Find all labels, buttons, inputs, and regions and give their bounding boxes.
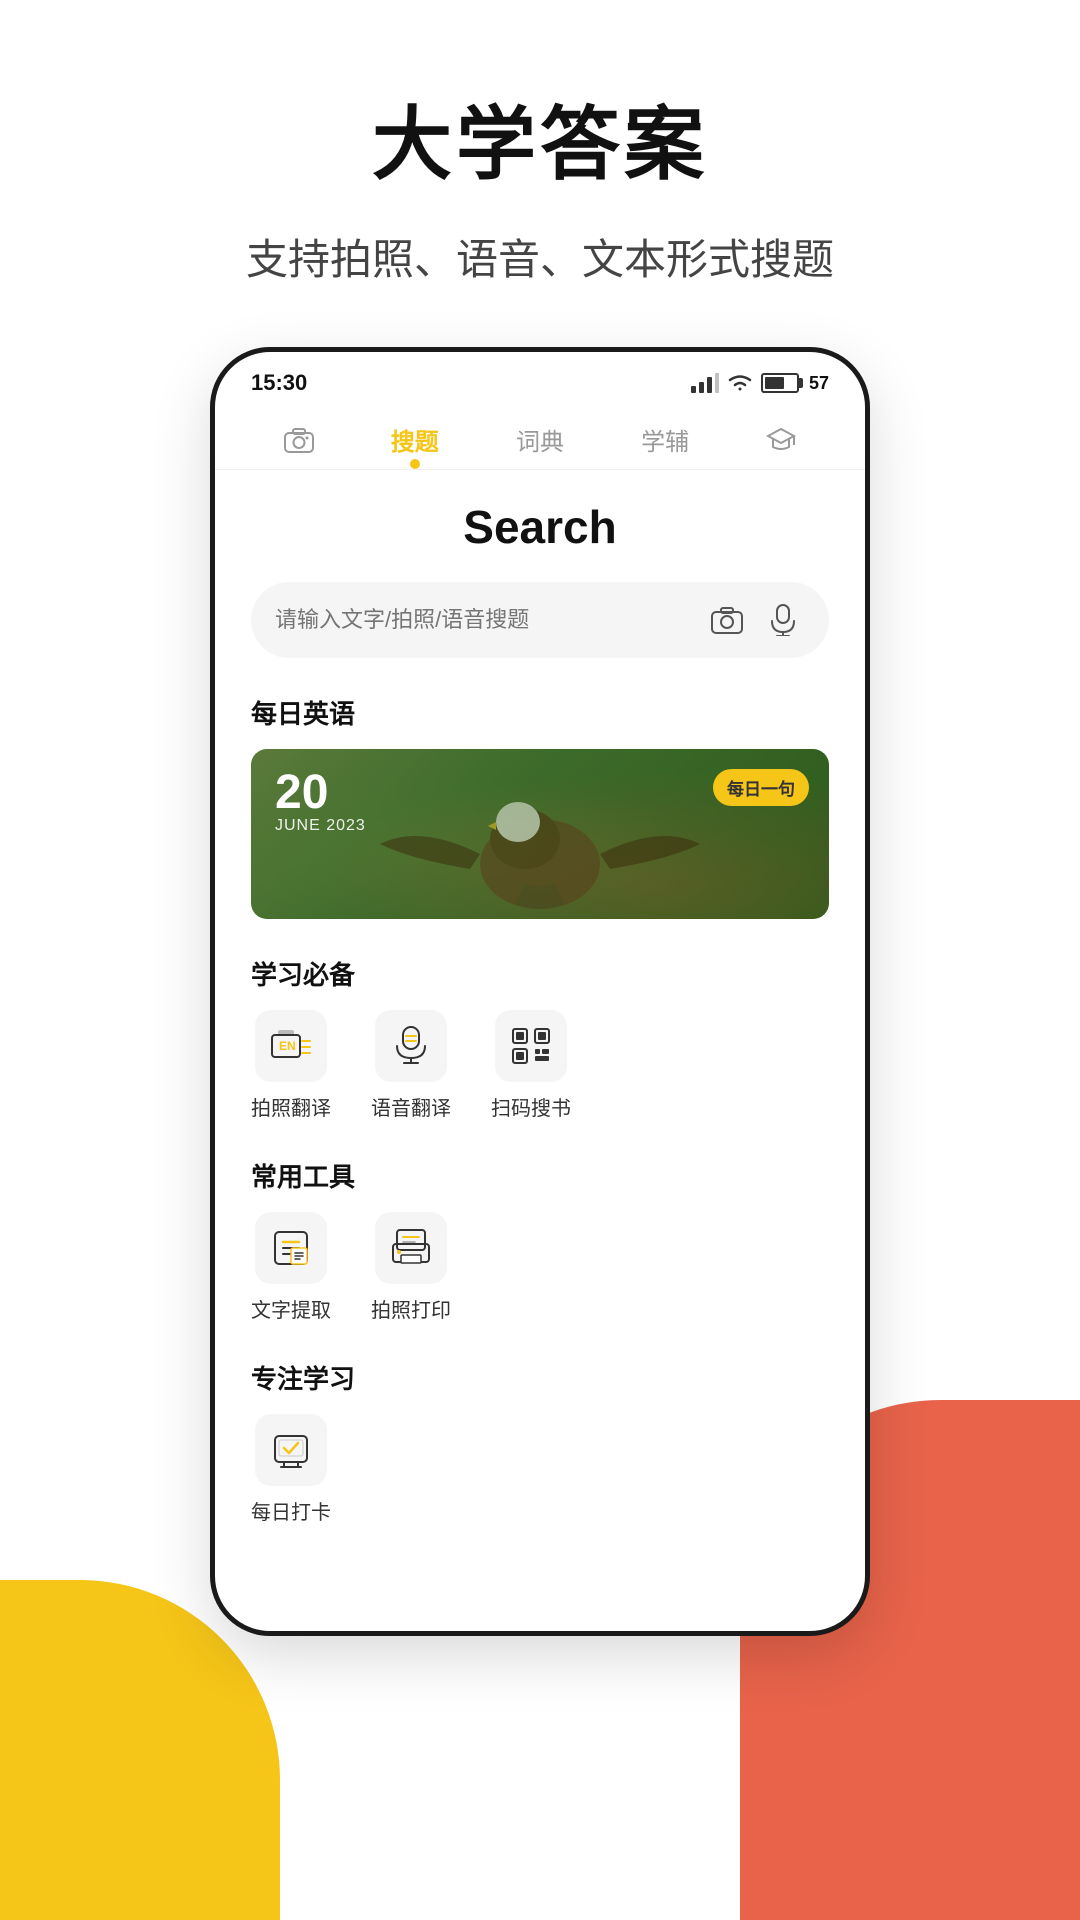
photo-print-icon-box: [375, 1212, 447, 1284]
tool-daily-checkin[interactable]: 每日打卡: [251, 1414, 331, 1525]
search-bar[interactable]: [251, 582, 829, 658]
photo-translate-icon-box: EN: [255, 1010, 327, 1082]
tab-tutor[interactable]: 学辅: [625, 414, 705, 469]
app-subtitle: 支持拍照、语音、文本形式搜题: [246, 226, 834, 287]
camera-search-button[interactable]: [705, 598, 749, 642]
graduation-nav-icon: [766, 427, 796, 453]
study-tools-grid: EN 拍照翻译: [251, 1010, 829, 1121]
voice-search-button[interactable]: [761, 598, 805, 642]
app-title: 大学答案: [372, 80, 708, 196]
tab-dict[interactable]: 词典: [500, 414, 580, 469]
banner-date: 20 JUNE 2023: [275, 769, 366, 835]
phone-mockup: 15:30 57: [210, 347, 870, 1636]
tab-search-label: 搜题: [391, 422, 439, 457]
study-tools-title: 学习必备: [251, 955, 829, 992]
focus-study-grid: 每日打卡: [251, 1414, 829, 1525]
scan-book-label: 扫码搜书: [491, 1092, 571, 1121]
tab-camera[interactable]: [268, 419, 330, 465]
tab-tutor-label: 学辅: [641, 422, 689, 457]
svg-text:EN: EN: [279, 1039, 296, 1053]
voice-translate-icon-box: [375, 1010, 447, 1082]
scan-book-icon-box: [495, 1010, 567, 1082]
photo-translate-label: 拍照翻译: [251, 1092, 331, 1121]
search-heading: Search: [251, 500, 829, 554]
study-tools-section: 学习必备 EN: [251, 955, 829, 1121]
voice-translate-icon: [393, 1026, 429, 1066]
banner-day: 20: [275, 769, 366, 817]
daily-english-title: 每日英语: [251, 694, 829, 731]
common-tools-grid: 文字提取: [251, 1212, 829, 1323]
mic-search-icon: [769, 604, 797, 636]
signal-icon: [691, 373, 719, 393]
search-input[interactable]: [275, 607, 693, 633]
daily-checkin-icon-box: [255, 1414, 327, 1486]
camera-nav-icon: [284, 427, 314, 453]
daily-checkin-label: 每日打卡: [251, 1496, 331, 1525]
common-tools-section: 常用工具: [251, 1157, 829, 1323]
focus-study-title: 专注学习: [251, 1359, 829, 1396]
nav-tabs: 搜题 词典 学辅: [215, 404, 865, 470]
tab-graduation[interactable]: [750, 419, 812, 465]
tab-dict-label: 词典: [516, 422, 564, 457]
banner-month-year: JUNE 2023: [275, 817, 366, 835]
daily-english-section: 每日英语: [251, 694, 829, 919]
tab-search[interactable]: 搜题: [375, 414, 455, 469]
daily-checkin-icon: [271, 1430, 311, 1470]
common-tools-title: 常用工具: [251, 1157, 829, 1194]
tool-voice-translate[interactable]: 语音翻译: [371, 1010, 451, 1121]
scan-book-icon: [511, 1027, 551, 1065]
eagle-silhouette: [370, 764, 710, 919]
wifi-icon: [727, 373, 753, 393]
tool-photo-translate[interactable]: EN 拍照翻译: [251, 1010, 331, 1121]
voice-translate-label: 语音翻译: [371, 1092, 451, 1121]
photo-translate-icon: EN: [270, 1027, 312, 1065]
status-icons: 57: [691, 373, 829, 394]
battery-icon: [761, 373, 799, 393]
status-time: 15:30: [251, 370, 307, 396]
status-bar: 15:30 57: [215, 352, 865, 404]
photo-print-icon: [391, 1228, 431, 1268]
tool-scan-book[interactable]: 扫码搜书: [491, 1010, 571, 1121]
text-extract-label: 文字提取: [251, 1294, 331, 1323]
text-extract-icon-box: [255, 1212, 327, 1284]
focus-study-section: 专注学习: [251, 1359, 829, 1525]
tool-text-extract[interactable]: 文字提取: [251, 1212, 331, 1323]
phone-body: Search: [215, 470, 865, 1591]
daily-english-banner[interactable]: 20 JUNE 2023 每日一句: [251, 749, 829, 919]
photo-print-label: 拍照打印: [371, 1294, 451, 1323]
text-extract-icon: [271, 1228, 311, 1268]
banner-tag[interactable]: 每日一句: [713, 769, 809, 806]
battery-level: 57: [809, 373, 829, 394]
tool-photo-print[interactable]: 拍照打印: [371, 1212, 451, 1323]
camera-search-icon: [711, 606, 743, 634]
